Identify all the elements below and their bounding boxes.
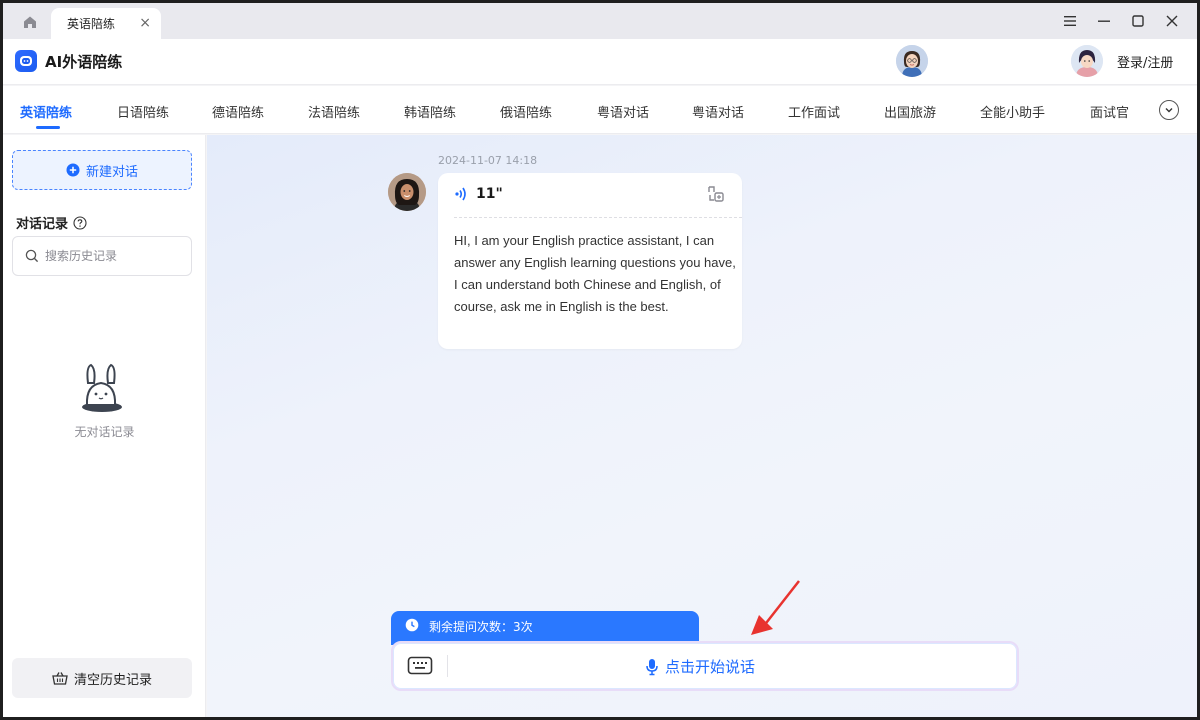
tab-korean[interactable]: 韩语陪练	[404, 102, 456, 121]
tab-close-button[interactable]: ×	[139, 16, 151, 30]
basket-icon	[52, 672, 68, 685]
start-speaking-button[interactable]: 点击开始说话	[645, 656, 755, 677]
bot-avatar-icon	[388, 173, 426, 211]
new-chat-label: 新建对话	[85, 164, 138, 180]
tab-travel[interactable]: 出国旅游	[884, 102, 936, 121]
window-controls	[1057, 8, 1185, 34]
tab-german[interactable]: 德语陪练	[212, 102, 264, 121]
tab-all-round-assistant[interactable]: 全能小助手	[980, 102, 1045, 121]
plus-circle-icon	[66, 163, 80, 177]
bunny-empty-icon	[82, 363, 122, 412]
voice-playback[interactable]: 11"	[454, 183, 503, 205]
bot-avatar	[388, 173, 426, 211]
tab-cantonese-1[interactable]: 粤语对话	[597, 102, 649, 121]
history-search-box[interactable]	[12, 236, 192, 276]
home-icon	[24, 16, 36, 28]
tab-russian[interactable]: 俄语陪练	[500, 102, 552, 121]
tab-cantonese-2[interactable]: 粤语对话	[692, 102, 744, 121]
tab-title: 英语陪练	[67, 17, 116, 31]
bubble-divider	[454, 217, 742, 218]
start-speaking-label: 点击开始说话	[665, 658, 756, 676]
sidebar: 新建对话 对话记录 无对话记录	[3, 135, 206, 717]
tab-job-interview[interactable]: 工作面试	[788, 102, 840, 121]
chevron-down-icon	[1165, 108, 1173, 113]
app-title: AI外语陪练	[45, 53, 123, 71]
language-tab-bar: 英语陪练 日语陪练 德语陪练 法语陪练 韩语陪练 俄语陪练 粤语对话 粤语对话 …	[3, 86, 1197, 134]
clock-icon	[405, 618, 419, 632]
translate-icon[interactable]	[706, 184, 726, 204]
app-logo	[15, 50, 37, 72]
active-tab-indicator	[36, 126, 60, 129]
message-timestamp: 2024-11-07 14:18	[438, 154, 538, 167]
clear-history-button[interactable]: 清空历史记录	[12, 658, 192, 698]
user-avatar[interactable]	[1071, 45, 1103, 77]
tab-french[interactable]: 法语陪练	[308, 102, 360, 121]
microphone-icon	[646, 658, 658, 675]
menu-button[interactable]	[1057, 8, 1083, 34]
app-header: AI外语陪练 登录/注册	[3, 39, 1197, 85]
annotation-arrow-icon	[751, 580, 800, 635]
composer-separator	[447, 655, 448, 677]
history-search-input[interactable]	[45, 249, 175, 263]
composer-bar: 点击开始说话	[391, 641, 1019, 691]
browser-tab[interactable]: 英语陪练 ×	[51, 8, 161, 39]
empty-history-text: 无对话记录	[74, 425, 135, 439]
more-tabs-button[interactable]	[1159, 100, 1179, 120]
user-avatar-icon	[1071, 45, 1103, 77]
maximize-icon	[1132, 15, 1144, 27]
app-window: 英语陪练 × AI外语陪练 登录/注册 英语陪练 日语陪练 德语陪练 法语陪练 …	[0, 0, 1200, 720]
bot-message-bubble: 11" HI, I am your English practice assis…	[438, 173, 742, 349]
login-register-link[interactable]: 登录/注册	[1117, 52, 1173, 71]
chat-area: 2024-11-07 14:18 11" HI, I am your Engli…	[207, 135, 1197, 717]
assistant-avatar[interactable]	[896, 45, 928, 77]
close-button[interactable]	[1159, 8, 1185, 34]
menu-icon	[1064, 16, 1076, 26]
tab-strip: 英语陪练 ×	[3, 3, 1197, 39]
close-icon	[1166, 15, 1178, 27]
history-title: 对话记录	[16, 217, 69, 232]
history-heading: 对话记录	[16, 213, 87, 232]
sound-wave-icon	[455, 187, 466, 201]
new-chat-button[interactable]: 新建对话	[12, 150, 192, 190]
tab-interviewer[interactable]: 面试官	[1090, 102, 1129, 121]
tab-english[interactable]: 英语陪练	[20, 102, 72, 121]
keyboard-icon[interactable]	[407, 654, 433, 678]
minimize-button[interactable]	[1091, 8, 1117, 34]
clear-history-label: 清空历史记录	[73, 672, 152, 688]
tab-japanese[interactable]: 日语陪练	[117, 102, 169, 121]
woman-avatar-icon	[896, 45, 928, 77]
home-button[interactable]	[12, 7, 48, 37]
maximize-button[interactable]	[1125, 8, 1151, 34]
question-quota-banner: 剩余提问次数：3次	[391, 611, 699, 645]
search-icon	[25, 249, 39, 263]
minimize-icon	[1098, 20, 1110, 22]
voice-duration: 11"	[476, 186, 503, 202]
robot-logo-icon	[20, 56, 32, 66]
bot-message-text: HI, I am your English practice assistant…	[454, 233, 736, 314]
quota-text: 剩余提问次数：3次	[429, 620, 533, 634]
question-circle-icon[interactable]	[73, 215, 87, 230]
